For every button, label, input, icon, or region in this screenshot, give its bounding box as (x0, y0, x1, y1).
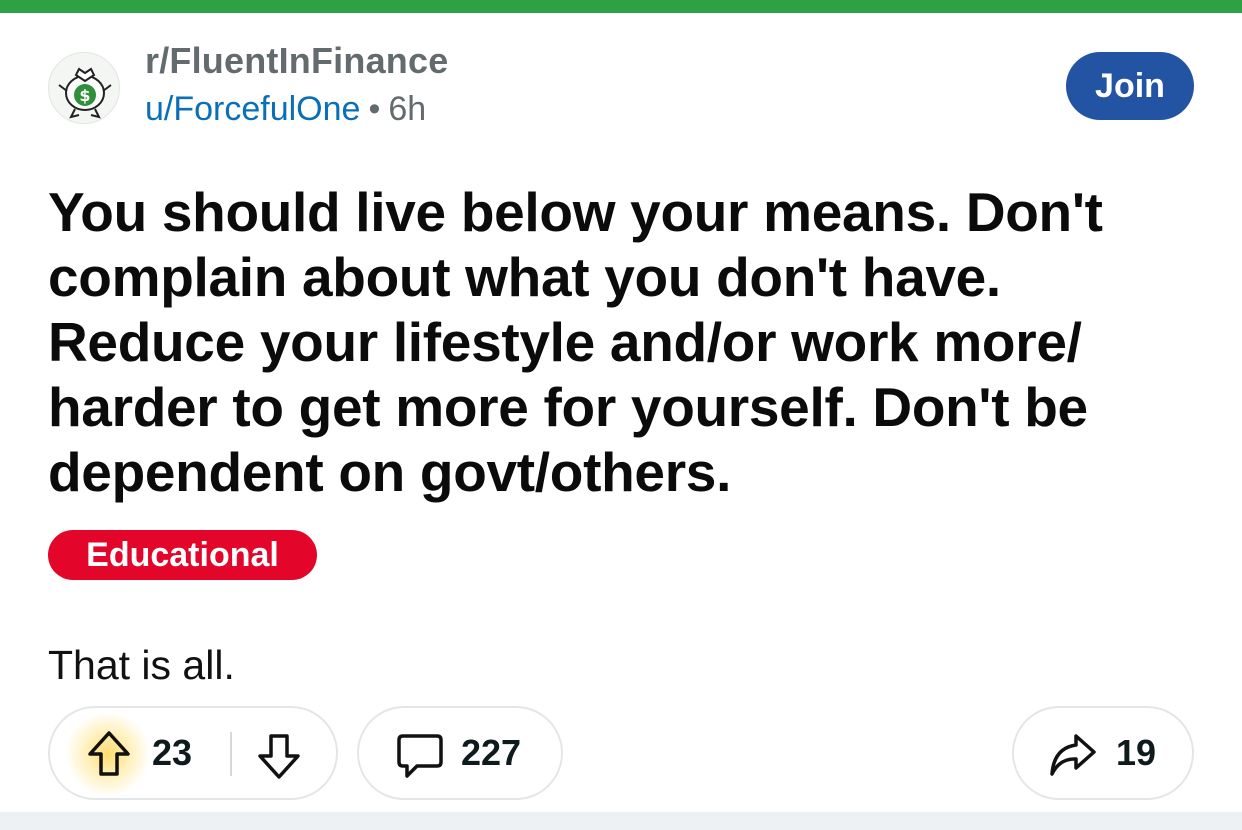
join-button[interactable]: Join (1066, 52, 1194, 120)
share-arrow-icon (1050, 734, 1096, 776)
downvote-arrow-icon[interactable] (256, 732, 302, 780)
comment-bubble-icon (397, 734, 443, 778)
top-accent-bar (0, 0, 1242, 13)
vote-bar: 23 (48, 706, 338, 800)
bottom-separator (0, 812, 1242, 830)
money-bag-icon: $ (58, 67, 112, 119)
share-button[interactable]: 19 (1012, 706, 1194, 800)
meta-separator: • (368, 90, 381, 128)
vote-divider (230, 732, 232, 776)
subreddit-avatar[interactable]: $ (48, 52, 120, 124)
upvote-arrow-icon[interactable] (86, 730, 132, 778)
post-title[interactable]: You should live below your means. Don't … (48, 180, 1168, 505)
post-meta: u/ForcefulOne • 6h (145, 90, 426, 129)
flair-badge[interactable]: Educational (48, 530, 317, 580)
post-age: 6h (388, 90, 427, 128)
subreddit-name[interactable]: r/FluentInFinance (145, 40, 448, 82)
svg-text:$: $ (79, 86, 90, 105)
comment-count: 227 (461, 732, 522, 773)
share-count: 19 (1116, 732, 1157, 773)
author-username[interactable]: u/ForcefulOne (145, 90, 360, 128)
post-body: That is all. (48, 642, 235, 688)
comments-button[interactable]: 227 (357, 706, 563, 800)
vote-score: 23 (152, 732, 193, 773)
